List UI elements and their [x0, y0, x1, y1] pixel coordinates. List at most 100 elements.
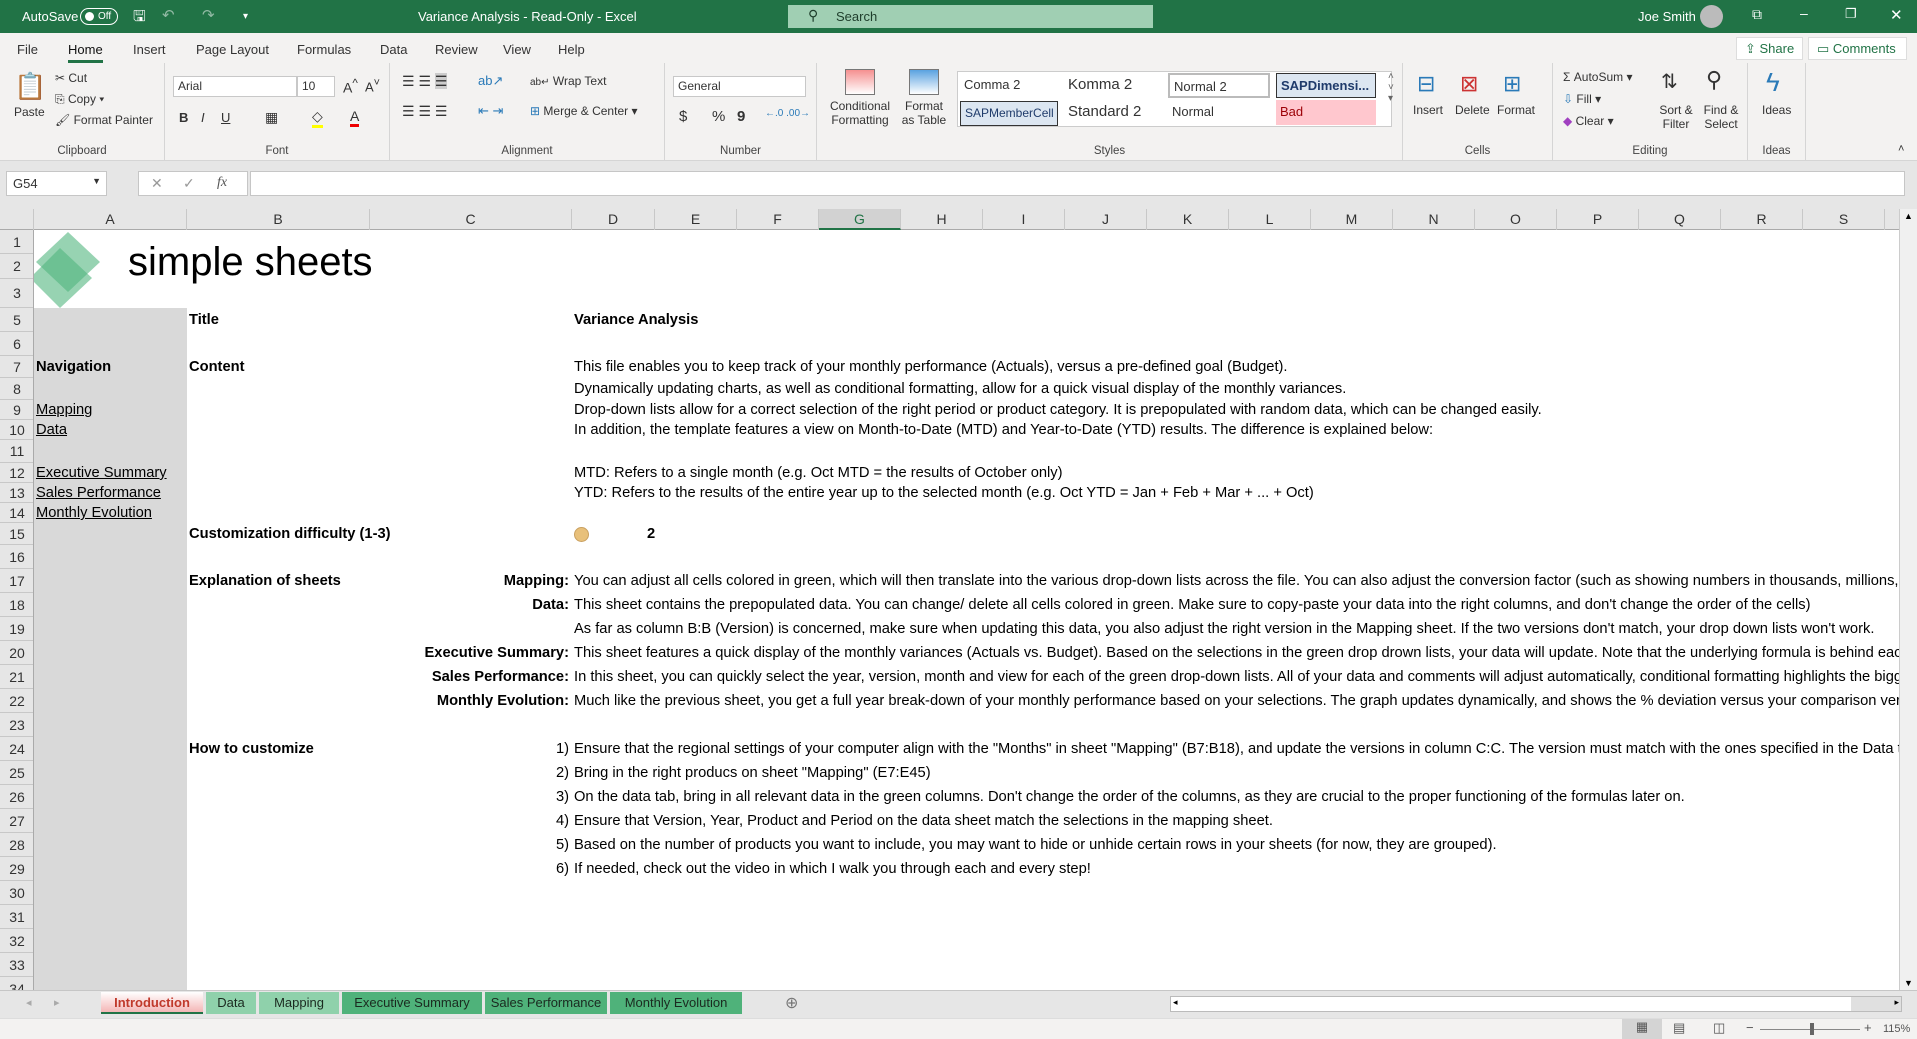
share-button[interactable]: ⇪ Share [1736, 37, 1804, 60]
next-sheet-icon[interactable]: ▸ [54, 996, 60, 1009]
fill-button[interactable]: ⇩ Fill ▾ [1563, 92, 1601, 106]
close-icon[interactable]: ✕ [1890, 6, 1903, 24]
collapse-ribbon-icon[interactable]: ˄ [1898, 143, 1904, 155]
row-header-17[interactable]: 17 [0, 569, 33, 593]
increase-font-icon[interactable]: A^ [343, 77, 358, 96]
comma-button[interactable]: 9 [737, 108, 745, 125]
sheet-tab-sales-performance[interactable]: Sales Performance [485, 992, 607, 1014]
tab-formulas[interactable]: Formulas [297, 42, 351, 57]
row-header-7[interactable]: 7 [0, 356, 33, 378]
worksheet-grid[interactable]: simple sheets Title Variance Analysis Navi… [34, 230, 1899, 990]
row-header-6[interactable]: 6 [0, 332, 33, 356]
cancel-icon[interactable]: ✕ [151, 175, 163, 192]
align-top-icon[interactable]: ☰ ☰ ☰ [402, 73, 448, 90]
conditional-formatting-button[interactable]: Conditional Formatting [827, 99, 893, 127]
style-standard-2[interactable]: Standard 2 [1064, 99, 1162, 124]
column-header-i[interactable]: I [983, 209, 1065, 230]
tab-help[interactable]: Help [558, 42, 585, 57]
select-all-corner[interactable] [0, 209, 34, 230]
column-header-o[interactable]: O [1475, 209, 1557, 230]
sheet-tab-executive-summary[interactable]: Executive Summary [342, 992, 482, 1014]
format-painter-button[interactable]: 🖌 Format Painter [55, 113, 153, 127]
row-header-29[interactable]: 29 [0, 857, 33, 881]
ideas-button[interactable]: Ideas [1762, 103, 1791, 117]
horizontal-scrollbar[interactable]: ◂ ▸ [1170, 996, 1902, 1012]
fill-color-icon[interactable]: ◇ [312, 108, 323, 128]
restore-icon[interactable]: ❐ [1845, 6, 1857, 22]
row-header-10[interactable]: 10 [0, 420, 33, 440]
zoom-out-icon[interactable]: − [1746, 1020, 1754, 1035]
zoom-slider-thumb[interactable] [1810, 1023, 1814, 1035]
column-header-e[interactable]: E [655, 209, 737, 230]
row-header-25[interactable]: 25 [0, 761, 33, 785]
scroll-right-icon[interactable]: ▸ [1894, 997, 1899, 1008]
nav-link-executive-summary[interactable]: Executive Summary [36, 463, 167, 483]
row-header-19[interactable]: 19 [0, 617, 33, 641]
style-sapdimension[interactable]: SAPDimensi... [1276, 73, 1376, 98]
name-box[interactable]: G54 ▼ [6, 171, 107, 196]
style-normal-2[interactable]: Normal 2 [1168, 73, 1270, 98]
style-komma-2[interactable]: Komma 2 [1064, 72, 1162, 97]
tab-view[interactable]: View [503, 42, 531, 57]
vertical-scrollbar[interactable]: ▲ ▼ [1899, 209, 1917, 990]
format-as-table-button[interactable]: Format as Table [899, 99, 949, 127]
style-bad[interactable]: Bad [1276, 100, 1376, 125]
delete-button[interactable]: Delete [1455, 103, 1490, 117]
column-header-s[interactable]: S [1803, 209, 1885, 230]
row-header-18[interactable]: 18 [0, 593, 33, 617]
row-header-11[interactable]: 11 [0, 440, 33, 463]
column-header-r[interactable]: R [1721, 209, 1803, 230]
percent-button[interactable]: % [712, 108, 725, 125]
user-name[interactable]: Joe Smith [1638, 9, 1696, 24]
row-header-2[interactable]: 2 [0, 254, 33, 279]
cut-button[interactable]: ✂ Cut [55, 71, 87, 85]
style-comma-2[interactable]: Comma 2 [960, 73, 1058, 98]
row-header-3[interactable]: 3 [0, 279, 33, 308]
insert-function-icon[interactable]: fx [217, 175, 227, 191]
paste-button[interactable]: Paste [14, 105, 45, 119]
column-header-a[interactable]: A [34, 209, 187, 230]
column-header-b[interactable]: B [187, 209, 370, 230]
column-header-f[interactable]: F [737, 209, 819, 230]
merge-center-button[interactable]: ⊞ Merge & Center ▾ [530, 104, 637, 118]
customize-toolbar-icon[interactable]: ▾ [243, 11, 248, 22]
column-header-d[interactable]: D [572, 209, 655, 230]
scroll-left-icon[interactable]: ◂ [1173, 997, 1178, 1008]
autosave-toggle[interactable]: Off [80, 8, 118, 25]
style-normal[interactable]: Normal [1168, 100, 1270, 125]
italic-button[interactable]: I [201, 110, 205, 125]
clear-button[interactable]: ◆ Clear ▾ [1563, 114, 1614, 128]
nav-link-monthly-evolution[interactable]: Monthly Evolution [36, 503, 152, 523]
column-header-p[interactable]: P [1557, 209, 1639, 230]
copy-button[interactable]: ⎘ Copy ▾ [55, 92, 104, 107]
autosum-button[interactable]: Σ AutoSum ▾ [1563, 70, 1632, 84]
align-left-icon[interactable]: ☰ ☰ ☰ [402, 103, 447, 120]
nav-link-data[interactable]: Data [36, 420, 67, 440]
indent-icon[interactable]: ⇤ ⇥ [478, 103, 503, 119]
row-header-30[interactable]: 30 [0, 881, 33, 905]
orientation-icon[interactable]: ab↗ [478, 73, 503, 89]
row-header-16[interactable]: 16 [0, 545, 33, 569]
row-header-34[interactable]: 34 [0, 977, 33, 990]
find-select-button[interactable]: Find & Select [1700, 103, 1742, 131]
row-header-8[interactable]: 8 [0, 378, 33, 400]
row-header-20[interactable]: 20 [0, 641, 33, 665]
formula-input[interactable] [250, 171, 1905, 196]
minimize-icon[interactable]: – [1800, 5, 1808, 21]
row-header-23[interactable]: 23 [0, 713, 33, 737]
currency-button[interactable]: $ [679, 108, 687, 125]
bold-button[interactable]: B [179, 110, 188, 125]
column-header-j[interactable]: J [1065, 209, 1147, 230]
sheet-tab-data[interactable]: Data [206, 992, 256, 1014]
search-box[interactable]: ⚲ Search [788, 5, 1153, 28]
sheet-tab-introduction[interactable]: Introduction [101, 992, 203, 1014]
scroll-down-icon[interactable]: ▼ [1904, 978, 1913, 988]
row-header-15[interactable]: 15 [0, 523, 33, 545]
tab-page-layout[interactable]: Page Layout [196, 42, 269, 57]
tab-home[interactable]: Home [68, 42, 103, 63]
zoom-level[interactable]: 115% [1883, 1023, 1910, 1035]
tab-data[interactable]: Data [380, 42, 407, 57]
row-header-32[interactable]: 32 [0, 929, 33, 953]
row-header-33[interactable]: 33 [0, 953, 33, 977]
avatar[interactable] [1700, 5, 1723, 28]
